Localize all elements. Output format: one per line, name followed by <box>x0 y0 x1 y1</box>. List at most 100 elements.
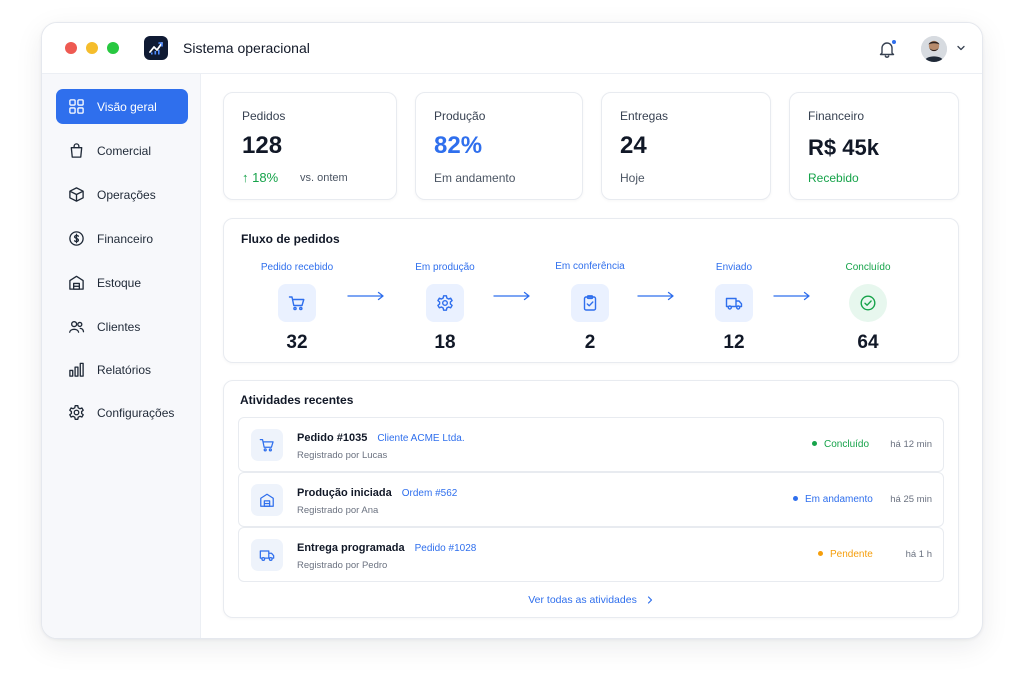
close-window-button[interactable] <box>65 42 77 54</box>
see-all-label: Ver todas as atividades <box>528 594 637 606</box>
chevron-down-icon[interactable] <box>956 43 966 53</box>
sidebar-item-label: Operações <box>97 187 156 202</box>
stat-card-pedidos: Pedidos 128 ↑ 18% vs. ontem <box>223 92 397 200</box>
app-logo-icon <box>144 36 168 60</box>
stat-sub: Recebido <box>808 171 859 185</box>
stat-card-entregas: Entregas 24 Hoje <box>601 92 771 200</box>
sidebar-item-financeiro[interactable]: Financeiro <box>56 221 188 256</box>
activity-row[interactable]: Produção iniciada Ordem #562 Registrado p… <box>238 472 944 527</box>
stat-value: 128 <box>242 132 283 159</box>
clipboard-check-icon <box>571 284 609 322</box>
flow-step-label: Enviado <box>715 262 753 273</box>
activity-reference-link[interactable]: Cliente ACME Ltda. <box>377 433 464 444</box>
minimize-window-button[interactable] <box>86 42 98 54</box>
status-label: Pendente <box>830 549 873 560</box>
stat-value: 82% <box>434 132 483 159</box>
sidebar-item-configuracoes[interactable]: Configurações <box>56 395 188 430</box>
activity-title-line: Produção iniciada Ordem #562 <box>297 487 457 499</box>
sidebar-item-label: Clientes <box>97 319 141 334</box>
activity-time: há 1 h <box>905 549 932 560</box>
sidebar-item-label: Financeiro <box>97 231 154 246</box>
activity-time: há 25 min <box>890 494 932 505</box>
stat-card-financeiro: Financeiro R$ 45k Recebido <box>789 92 959 200</box>
flow-step-count: 2 <box>584 332 596 353</box>
flow-step-count: 64 <box>857 332 879 353</box>
sidebar-item-operacoes[interactable]: Operações <box>56 177 188 212</box>
arrow-right-icon <box>347 291 384 301</box>
flow-step-em-producao[interactable]: Em produção 18 <box>390 262 500 354</box>
activity-row[interactable]: Entrega programada Pedido #1028 Registrad… <box>238 527 944 582</box>
sidebar-item-label: Configurações <box>97 405 175 420</box>
stat-value: 24 <box>620 132 647 159</box>
status-dot <box>812 440 817 446</box>
activity-author: Registrado por Pedro <box>297 560 388 571</box>
see-all-activities-link[interactable]: Ver todas as atividades <box>224 594 958 606</box>
cart-icon <box>251 429 283 461</box>
grid-icon <box>67 98 85 116</box>
order-flow-card: Fluxo de pedidos Pedido recebido 32 Em p… <box>223 218 959 363</box>
flow-step-count: 18 <box>434 332 456 353</box>
truck-icon <box>715 284 753 322</box>
warehouse-icon <box>67 274 85 292</box>
flow-step-label: Em produção <box>415 262 475 273</box>
activity-title: Pedido #1035 <box>297 432 368 444</box>
stat-sub: Em andamento <box>434 171 516 185</box>
title-bar: Sistema operacional <box>42 23 982 74</box>
sidebar-item-visao-geral[interactable]: Visão geral <box>56 89 188 124</box>
stat-value: R$ 45k <box>808 135 879 160</box>
sidebar-item-label: Visão geral <box>97 99 157 114</box>
status-label: Concluído <box>824 439 870 450</box>
cart-icon <box>278 284 316 322</box>
truck-icon <box>251 539 283 571</box>
flow-step-pedido-recebido[interactable]: Pedido recebido 32 <box>242 262 352 354</box>
factory-icon <box>251 484 283 516</box>
app-title: Sistema operacional <box>183 40 310 56</box>
bar-chart-icon <box>67 361 85 379</box>
stat-comparison: vs. ontem <box>300 172 348 184</box>
activity-time: há 12 min <box>890 439 932 450</box>
activity-reference-link[interactable]: Ordem #562 <box>402 488 458 499</box>
gear-icon <box>67 404 85 422</box>
sidebar-item-comercial[interactable]: Comercial <box>56 133 188 168</box>
avatar[interactable] <box>921 36 947 62</box>
dollar-circle-icon <box>67 230 85 248</box>
check-circle-icon <box>849 284 887 322</box>
flow-step-label: Em conferência <box>555 261 625 272</box>
stat-label: Pedidos <box>242 109 286 123</box>
maximize-window-button[interactable] <box>107 42 119 54</box>
status-dot <box>818 550 823 556</box>
stat-delta: ↑ 18% <box>242 170 279 185</box>
activity-row[interactable]: Pedido #1035 Cliente ACME Ltda. Registrad… <box>238 417 944 472</box>
app-window: Sistema operacional Visão geral Comercia… <box>41 22 983 639</box>
stat-sub: Hoje <box>620 171 645 185</box>
activity-author: Registrado por Ana <box>297 505 379 516</box>
sidebar-item-label: Estoque <box>97 275 142 290</box>
sidebar-item-clientes[interactable]: Clientes <box>56 309 188 344</box>
activity-reference-link[interactable]: Pedido #1028 <box>415 543 477 554</box>
activity-title-line: Pedido #1035 Cliente ACME Ltda. <box>297 432 465 444</box>
shopping-bag-icon <box>67 142 85 160</box>
status-dot <box>793 495 798 501</box>
box-icon <box>67 186 85 204</box>
flow-step-em-conferencia[interactable]: Em conferência 2 <box>535 261 645 354</box>
flow-step-enviado[interactable]: Enviado 12 <box>679 262 789 354</box>
activity-title-line: Entrega programada Pedido #1028 <box>297 542 476 554</box>
activity-author: Registrado por Lucas <box>297 450 388 461</box>
notification-badge <box>891 39 897 45</box>
flow-title: Fluxo de pedidos <box>241 232 340 246</box>
sidebar-item-label: Relatórios <box>97 362 152 377</box>
sidebar: Visão geral Comercial Operações Financei… <box>42 74 201 638</box>
sidebar-item-estoque[interactable]: Estoque <box>56 265 188 300</box>
flow-step-count: 12 <box>723 332 745 353</box>
flow-step-concluido[interactable]: Concluído 64 <box>813 262 923 354</box>
arrow-right-icon <box>773 291 810 301</box>
status-badge: Pendente <box>818 549 873 560</box>
gear-icon <box>426 284 464 322</box>
stat-label: Entregas <box>620 109 669 123</box>
activities-title: Atividades recentes <box>240 393 354 407</box>
chevron-right-icon <box>647 596 652 604</box>
users-icon <box>67 318 85 336</box>
flow-step-count: 32 <box>286 332 308 353</box>
sidebar-item-label: Comercial <box>97 143 152 158</box>
sidebar-item-relatorios[interactable]: Relatórios <box>56 352 188 387</box>
